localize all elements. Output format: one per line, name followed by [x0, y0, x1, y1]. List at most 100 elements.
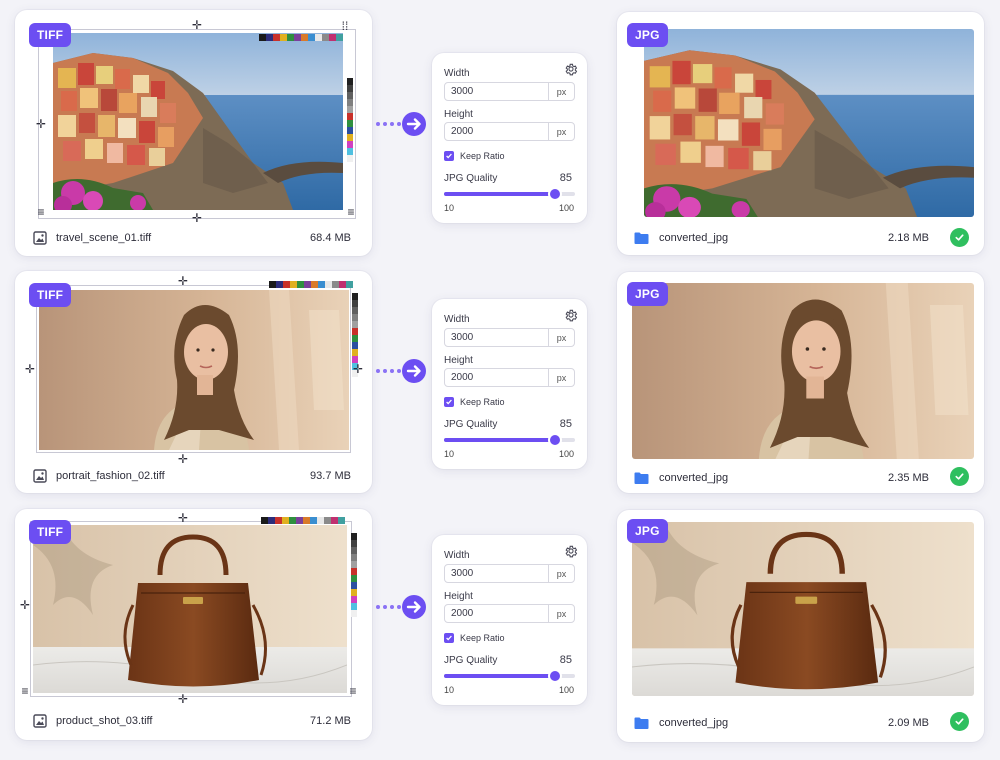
source-card-product[interactable]: TIFF ✛ ✛ ✛ ≡ ≡ product_shot_03.tiff 71.2… — [15, 509, 372, 740]
registration-mark-icon: ✛ — [177, 274, 189, 288]
arrow-right-circle-icon — [376, 359, 426, 383]
width-input[interactable]: 3000 px — [444, 564, 575, 583]
check-circle-icon — [950, 467, 969, 486]
check-circle-icon — [950, 228, 969, 247]
slider-thumb[interactable] — [550, 435, 561, 445]
width-label: Width — [444, 314, 470, 325]
width-input[interactable]: 3000 px — [444, 82, 575, 101]
leather-handbag-image — [33, 525, 347, 693]
registration-mark-icon: ✛ — [177, 452, 189, 466]
height-value: 2000 — [451, 126, 474, 137]
output-folder-name: converted_jpg — [659, 717, 729, 729]
source-image-preview[interactable] — [39, 290, 349, 450]
width-input[interactable]: 3000 px — [444, 328, 575, 347]
width-label: Width — [444, 68, 470, 79]
quality-min: 10 — [444, 449, 455, 459]
registration-mark-icon: ✛ — [191, 18, 203, 32]
source-image-preview[interactable] — [33, 525, 347, 693]
arrow-right-circle-icon — [376, 595, 426, 619]
result-card-travel[interactable]: JPG converted_jpg 2.18 MB — [617, 12, 984, 255]
tiff-format-badge: TIFF — [29, 283, 72, 307]
jpg-format-badge: JPG — [627, 23, 668, 47]
height-label: Height — [444, 109, 473, 120]
source-file-size: 93.7 MB — [310, 470, 351, 482]
result-file-info: converted_jpg 2.09 MB — [633, 716, 929, 730]
slider-thumb[interactable] — [550, 189, 561, 199]
leather-handbag-image — [632, 522, 974, 696]
arrow-right-circle-icon — [376, 112, 426, 136]
height-input[interactable]: 2000 px — [444, 122, 575, 141]
result-file-info: converted_jpg 2.35 MB — [633, 471, 929, 485]
height-input[interactable]: 2000 px — [444, 368, 575, 387]
registration-mark-icon: ✛ — [35, 117, 47, 131]
result-card-product[interactable]: JPG converted_jpg 2.09 MB — [617, 510, 984, 742]
registration-mark-icon: ✛ — [191, 211, 203, 225]
keep-ratio-label: Keep Ratio — [460, 397, 505, 407]
jpg-quality-slider[interactable] — [444, 189, 575, 199]
registration-mark-icon: ≡ — [37, 205, 45, 219]
width-label: Width — [444, 550, 470, 561]
jpg-quality-slider[interactable] — [444, 435, 575, 445]
image-file-icon — [33, 714, 47, 728]
height-label: Height — [444, 355, 473, 366]
source-card-portrait[interactable]: TIFF ✛ ✛ ✛ ✛ portrait_fashion_02.tiff 93… — [15, 271, 372, 493]
coastal-village-image — [53, 33, 343, 210]
registration-mark-icon: ✛ — [352, 362, 364, 376]
source-card-travel[interactable]: TIFF ✛ ✛ ✛ ⁞⁞ ≡ ≡ travel_scene_01.tiff 6… — [15, 10, 372, 256]
folder-icon — [634, 232, 649, 244]
jpg-format-badge: JPG — [627, 519, 668, 543]
result-file-size: 2.35 MB — [888, 472, 929, 484]
quality-max: 100 — [558, 685, 574, 695]
checkbox-checked-icon — [446, 399, 452, 405]
source-file-size: 68.4 MB — [310, 232, 351, 244]
source-image-preview[interactable] — [53, 33, 343, 210]
result-image-preview[interactable] — [632, 283, 974, 459]
keep-ratio-label: Keep Ratio — [460, 633, 505, 643]
width-unit: px — [548, 565, 574, 582]
gear-icon[interactable] — [564, 308, 578, 322]
output-folder-name: converted_jpg — [659, 232, 729, 244]
height-input[interactable]: 2000 px — [444, 604, 575, 623]
height-unit: px — [548, 605, 574, 622]
tiff-format-badge: TIFF — [29, 520, 72, 544]
source-file-info: travel_scene_01.tiff 68.4 MB — [33, 231, 351, 245]
result-card-portrait[interactable]: JPG converted_jpg 2.35 MB — [617, 272, 984, 493]
slider-fill — [444, 438, 556, 442]
quality-min: 10 — [444, 203, 455, 213]
registration-mark-icon: ≡ — [347, 205, 355, 219]
result-image-preview[interactable] — [632, 522, 974, 696]
folder-icon — [634, 717, 649, 729]
result-file-size: 2.09 MB — [888, 717, 929, 729]
slider-fill — [444, 192, 556, 196]
source-file-info: portrait_fashion_02.tiff 93.7 MB — [33, 469, 351, 483]
portrait-woman-image — [632, 283, 974, 459]
jpg-quality-slider[interactable] — [444, 671, 575, 681]
width-unit: px — [548, 329, 574, 346]
convert-arrow — [375, 358, 429, 384]
coastal-village-image — [644, 29, 974, 217]
gear-icon[interactable] — [564, 544, 578, 558]
source-filename: portrait_fashion_02.tiff — [56, 470, 165, 482]
keep-ratio-checkbox[interactable] — [444, 397, 454, 407]
image-file-icon — [33, 231, 47, 245]
result-image-preview[interactable] — [644, 29, 974, 217]
source-filename: product_shot_03.tiff — [56, 715, 153, 727]
height-unit: px — [548, 369, 574, 386]
color-calibration-strip — [351, 533, 357, 617]
width-value: 3000 — [451, 568, 474, 579]
registration-mark-icon: ✛ — [177, 692, 189, 706]
conversion-settings-panel: Width 3000 px Height 2000 px Keep Ratio … — [432, 53, 587, 223]
quality-max: 100 — [558, 203, 574, 213]
keep-ratio-checkbox[interactable] — [444, 151, 454, 161]
result-file-size: 2.18 MB — [888, 232, 929, 244]
slider-thumb[interactable] — [550, 671, 561, 681]
color-calibration-strip — [347, 78, 353, 162]
gear-icon[interactable] — [564, 62, 578, 76]
slider-fill — [444, 674, 556, 678]
keep-ratio-checkbox[interactable] — [444, 633, 454, 643]
jpg-format-badge: JPG — [627, 282, 668, 306]
color-calibration-strip — [269, 281, 353, 288]
width-value: 3000 — [451, 86, 474, 97]
conversion-settings-panel: Width 3000 px Height 2000 px Keep Ratio … — [432, 535, 587, 705]
source-file-size: 71.2 MB — [310, 715, 351, 727]
